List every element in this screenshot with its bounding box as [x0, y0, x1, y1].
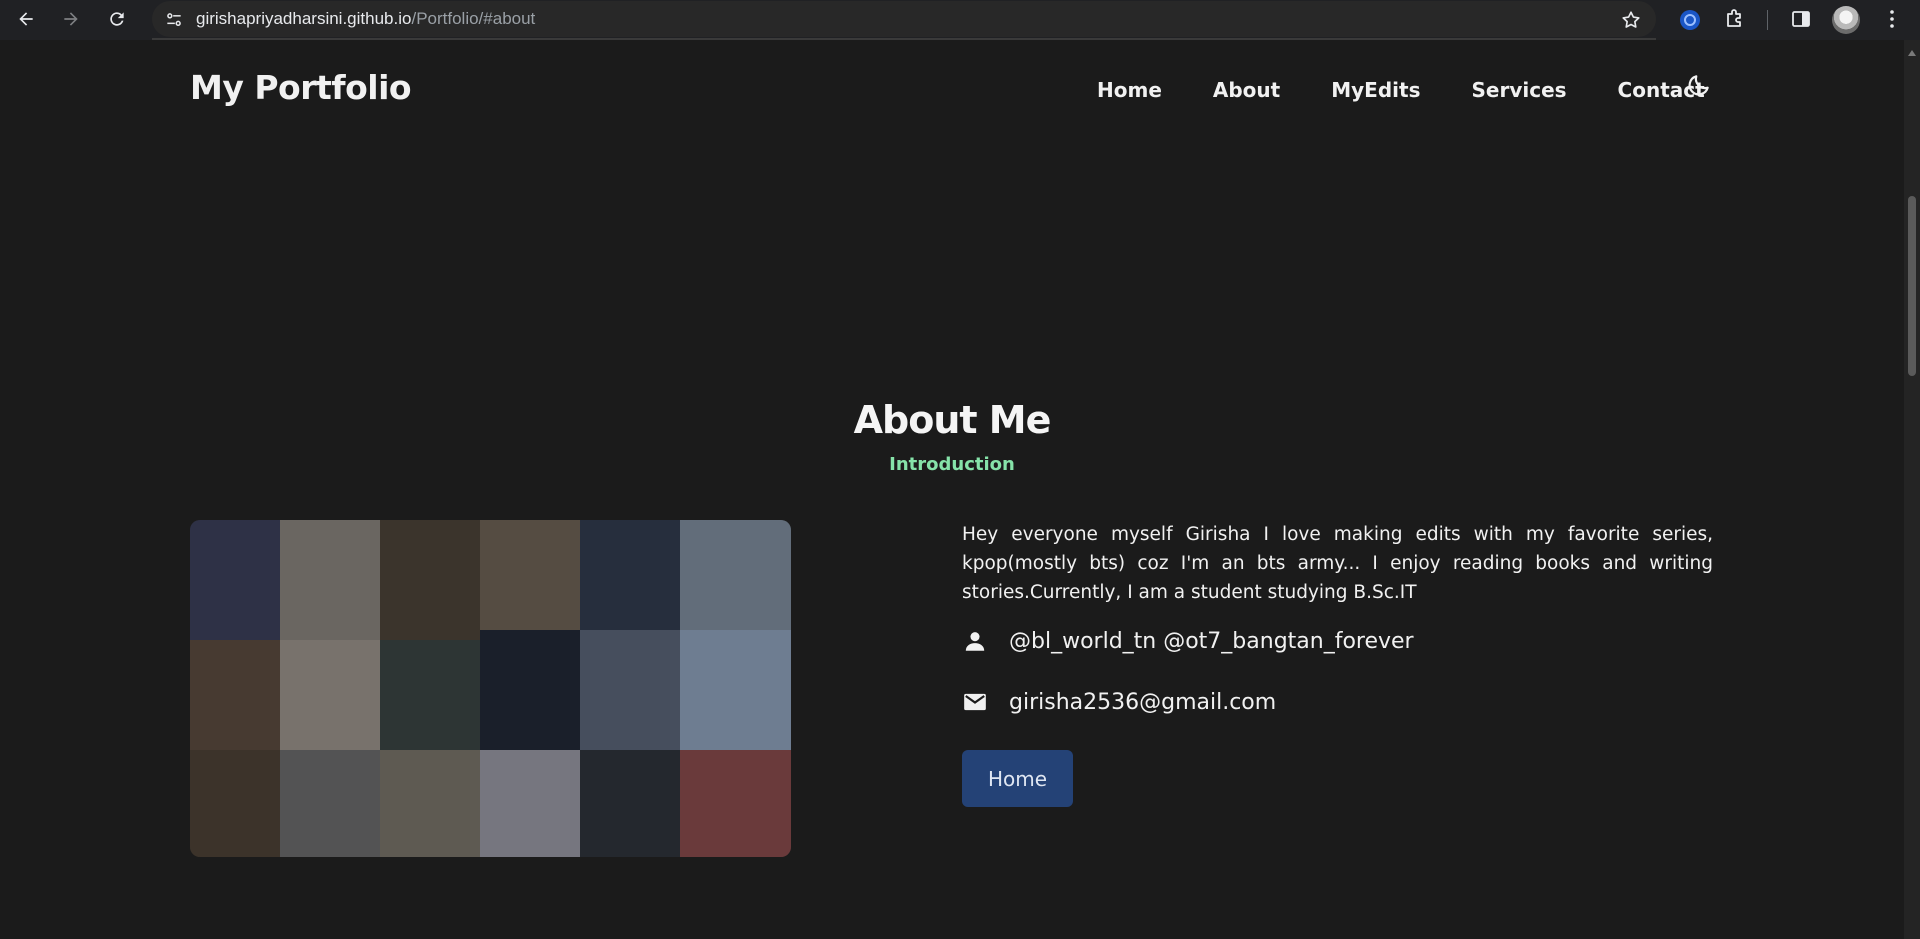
side-panel-icon[interactable] [1789, 7, 1813, 31]
password-manager-icon[interactable] [1677, 7, 1703, 33]
main-nav: Home About MyEdits Services Contact [1097, 78, 1705, 102]
reload-icon [110, 12, 124, 26]
browser-toolbar: girishapriyadharsini.github.io/Portfolio… [0, 0, 1920, 40]
page-body: My Portfolio Home About MyEdits Services… [0, 40, 1904, 939]
moon-icon[interactable] [1686, 72, 1712, 102]
social-row: @bl_world_tn @ot7_bangtan_forever [962, 628, 1414, 654]
mail-icon [964, 693, 986, 711]
home-button[interactable]: Home [962, 750, 1073, 807]
browser-menu-icon[interactable] [1880, 7, 1904, 31]
address-bar[interactable]: girishapriyadharsini.github.io/Portfolio… [152, 1, 1656, 37]
arrow-left-icon [19, 12, 33, 26]
nav-home[interactable]: Home [1097, 78, 1162, 102]
toolbar-divider [1767, 10, 1768, 30]
about-image [190, 520, 791, 857]
scrollbar-thumb[interactable] [1908, 196, 1916, 376]
bookmark-star-icon[interactable] [1620, 9, 1642, 31]
back-button[interactable] [6, 0, 46, 38]
nav-services[interactable]: Services [1471, 78, 1566, 102]
url-path: /Portfolio/#about [411, 9, 536, 28]
page-scrollbar[interactable] [1904, 40, 1920, 939]
url-text: girishapriyadharsini.github.io/Portfolio… [196, 9, 535, 29]
nav-myedits[interactable]: MyEdits [1331, 78, 1420, 102]
section-subtitle: Introduction [889, 454, 1015, 475]
url-host: girishapriyadharsini.github.io [196, 9, 412, 28]
extensions-icon[interactable] [1723, 7, 1747, 31]
scroll-up-arrow-icon[interactable] [1908, 50, 1916, 56]
user-icon [965, 632, 985, 651]
about-description: Hey everyone myself Girisha I love makin… [962, 524, 1713, 603]
social-handles: @bl_world_tn @ot7_bangtan_forever [1009, 628, 1414, 654]
reload-button[interactable] [97, 0, 137, 38]
site-settings-icon[interactable] [164, 10, 184, 30]
nav-about[interactable]: About [1213, 78, 1280, 102]
section-title: About Me [853, 398, 1052, 442]
forward-button[interactable] [51, 0, 91, 38]
profile-avatar[interactable] [1832, 6, 1860, 34]
brand-logo[interactable]: My Portfolio [190, 68, 412, 107]
email-address[interactable]: girisha2536@gmail.com [1009, 690, 1276, 715]
arrow-right-icon [64, 12, 78, 26]
email-row: girisha2536@gmail.com [962, 689, 1276, 715]
